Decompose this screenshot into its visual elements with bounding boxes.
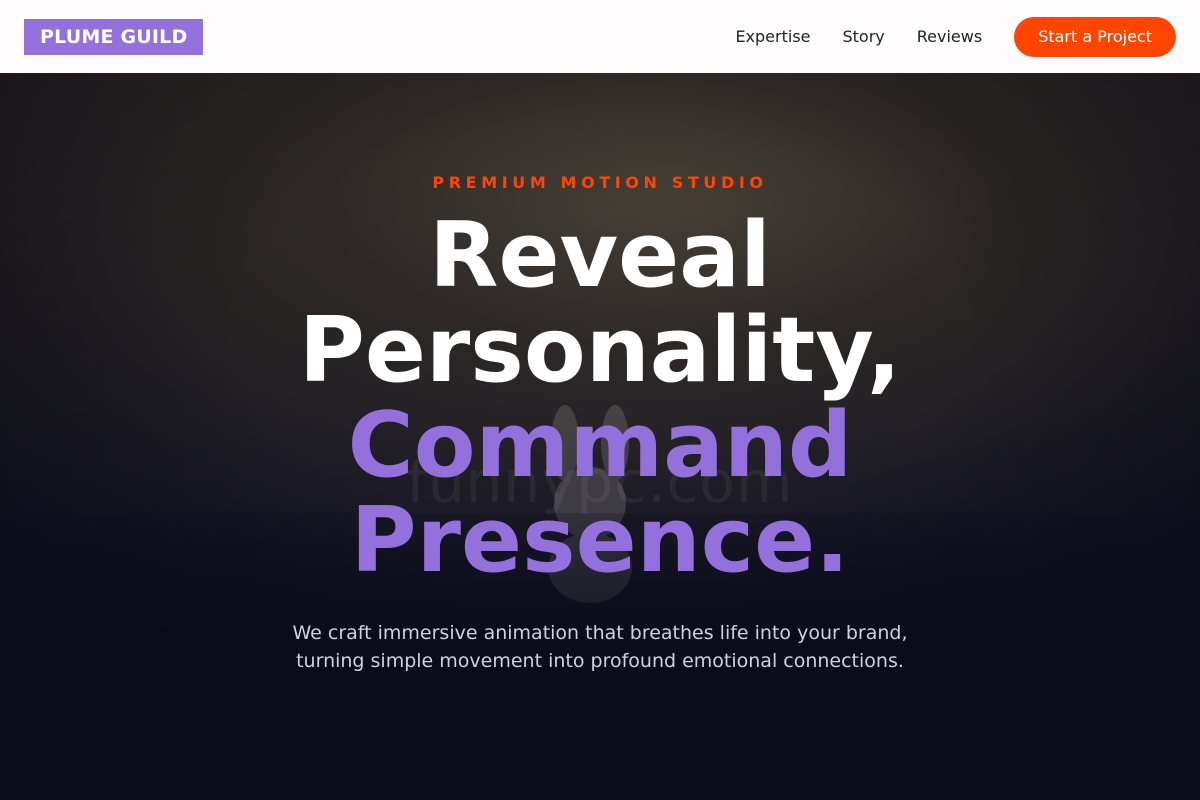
subtext-line-2: turning simple movement into profound em…: [296, 650, 904, 672]
headline-line-1: Reveal: [429, 203, 771, 308]
headline-accent-line-1: Command: [347, 393, 853, 498]
hero-eyebrow: PREMIUM MOTION STUDIO: [432, 173, 768, 192]
site-header: PLUME GUILD Expertise Story Reviews Star…: [0, 0, 1200, 73]
hero-headline: Reveal Personality, Command Presence.: [0, 208, 1200, 588]
nav-link-reviews[interactable]: Reviews: [917, 27, 982, 46]
hero-section: funnypc.com PREMIUM MOTION STUDIO Reveal…: [0, 73, 1200, 800]
nav-link-story[interactable]: Story: [843, 27, 885, 46]
subtext-line-1: We craft immersive animation that breath…: [292, 622, 908, 644]
start-project-button[interactable]: Start a Project: [1014, 16, 1176, 57]
headline-line-2: Personality,: [298, 298, 902, 403]
hero-subtext: We craft immersive animation that breath…: [0, 619, 1200, 675]
headline-accent-line-2: Presence.: [350, 488, 850, 593]
nav-link-expertise[interactable]: Expertise: [735, 27, 810, 46]
main-nav: Expertise Story Reviews Start a Project: [735, 16, 1176, 57]
brand-logo[interactable]: PLUME GUILD: [24, 18, 204, 55]
